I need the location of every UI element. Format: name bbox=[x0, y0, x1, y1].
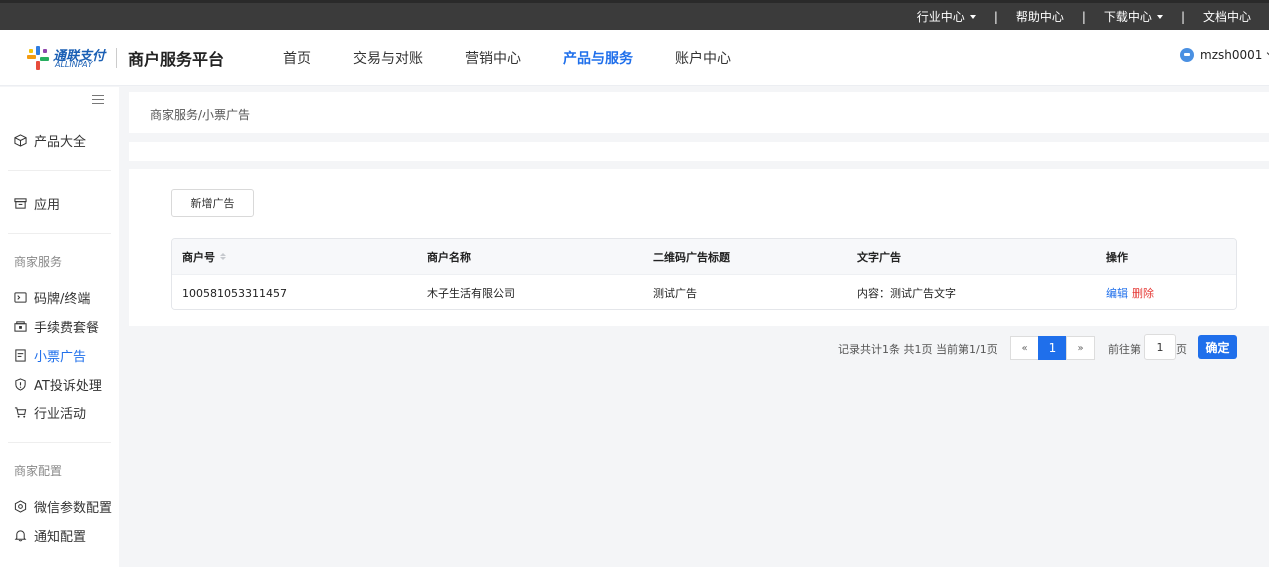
sidebar-item-label: 通知配置 bbox=[34, 530, 87, 545]
sidebar-item-label: AT投诉处理 bbox=[34, 379, 102, 394]
help-center-label: 帮助中心 bbox=[1015, 10, 1064, 24]
col-text-ad: 文字广告 bbox=[857, 250, 901, 264]
brand-logo[interactable]: 通联支付 ALLINPAY bbox=[26, 45, 106, 71]
sidebar-item-label: 码牌/终端 bbox=[34, 292, 91, 307]
sidebar-item-wechat-config[interactable]: 微信参数配置 bbox=[14, 497, 112, 516]
shield-icon bbox=[14, 378, 27, 391]
industry-center-link[interactable]: 行业中心 bbox=[917, 8, 976, 25]
terminal-icon bbox=[14, 291, 27, 304]
docs-center-label: 文档中心 bbox=[1202, 10, 1251, 24]
current-page-button[interactable]: 1 bbox=[1038, 336, 1067, 360]
cube-icon bbox=[14, 134, 27, 147]
sidebar-item-label: 微信参数配置 bbox=[34, 501, 113, 516]
sidebar-item-label: 行业活动 bbox=[34, 407, 87, 422]
separator: | bbox=[993, 9, 998, 24]
col-actions: 操作 bbox=[1106, 250, 1128, 264]
nav-account[interactable]: 账户中心 bbox=[675, 48, 731, 68]
sidebar-item-label: 小票广告 bbox=[34, 350, 87, 365]
sidebar-item-product-all[interactable]: 产品大全 bbox=[14, 131, 86, 150]
goto-label: 前往第 bbox=[1108, 343, 1141, 356]
user-menu[interactable]: mzsh0001 bbox=[1180, 48, 1269, 62]
next-page-button[interactable]: » bbox=[1066, 336, 1095, 360]
industry-center-label: 行业中心 bbox=[916, 10, 965, 24]
ads-table: 商户号 商户名称 二维码广告标题 文字广告 操作 100581053311457… bbox=[171, 238, 1237, 310]
menu-toggle-icon[interactable] bbox=[92, 95, 104, 105]
cell-text-ad: 内容：测试广告文字 bbox=[857, 287, 956, 300]
brand-name-en: ALLINPAY bbox=[55, 60, 93, 69]
content-panel: 新增广告 商户号 商户名称 二维码广告标题 文字广告 操作 1005810533… bbox=[129, 169, 1269, 326]
avatar-icon bbox=[1180, 48, 1194, 62]
sidebar-item-label: 手续费套餐 bbox=[34, 321, 100, 336]
sidebar-item-notify-config[interactable]: 通知配置 bbox=[14, 526, 86, 545]
hexagon-icon bbox=[14, 500, 27, 513]
col-merchant-id[interactable]: 商户号 bbox=[182, 239, 226, 274]
divider bbox=[8, 442, 111, 443]
sidebar-item-receipt-ad[interactable]: 小票广告 bbox=[14, 346, 86, 365]
delete-link[interactable]: 删除 bbox=[1132, 285, 1154, 301]
main-nav: 首页 交易与对账 营销中心 产品与服务 账户中心 bbox=[262, 30, 752, 86]
sidebar-item-label: 应用 bbox=[34, 198, 61, 213]
sidebar: 产品大全 应用 商家服务 码牌/终端 手续费套餐 小票广告 AT投诉处理 行业活… bbox=[0, 87, 119, 567]
header-divider bbox=[116, 48, 117, 68]
cell-merchant-name: 木子生活有限公司 bbox=[427, 287, 515, 300]
username: mzsh0001 bbox=[1200, 48, 1263, 62]
main-header: 通联支付 ALLINPAY 商户服务平台 首页 交易与对账 营销中心 产品与服务… bbox=[0, 30, 1269, 86]
col-merchant-name: 商户名称 bbox=[427, 250, 471, 264]
cart-icon bbox=[14, 406, 27, 419]
pagination-summary: 记录共计1条 共1页 当前第1/1页 bbox=[838, 343, 998, 356]
divider bbox=[8, 233, 111, 234]
sort-icon[interactable] bbox=[220, 253, 226, 260]
column-label: 商户号 bbox=[182, 250, 215, 264]
bell-icon bbox=[14, 529, 27, 542]
table-row: 100581053311457 木子生活有限公司 测试广告 内容：测试广告文字 … bbox=[172, 274, 1236, 309]
sidebar-item-app[interactable]: 应用 bbox=[14, 194, 60, 213]
prev-page-button[interactable]: « bbox=[1010, 336, 1039, 360]
nav-marketing[interactable]: 营销中心 bbox=[465, 48, 521, 68]
download-center-label: 下载中心 bbox=[1103, 10, 1152, 24]
separator: | bbox=[1081, 9, 1086, 24]
package-icon bbox=[14, 320, 27, 333]
section-merchant-config: 商家配置 bbox=[14, 464, 63, 478]
help-center-link[interactable]: 帮助中心 bbox=[1016, 8, 1064, 25]
cell-actions: 编辑 删除 bbox=[1106, 275, 1154, 309]
sidebar-item-terminal[interactable]: 码牌/终端 bbox=[14, 288, 90, 307]
sidebar-item-industry-activity[interactable]: 行业活动 bbox=[14, 403, 86, 422]
receipt-icon bbox=[14, 349, 27, 362]
docs-center-link[interactable]: 文档中心 bbox=[1203, 8, 1251, 25]
download-center-link[interactable]: 下载中心 bbox=[1104, 8, 1163, 25]
sidebar-item-complaint[interactable]: AT投诉处理 bbox=[14, 375, 102, 394]
top-links: 行业中心 | 帮助中心 | 下载中心 | 文档中心 bbox=[917, 3, 1251, 30]
divider bbox=[8, 170, 111, 171]
add-ad-button[interactable]: 新增广告 bbox=[171, 189, 254, 217]
goto-page-input[interactable] bbox=[1144, 334, 1176, 360]
archive-icon bbox=[14, 197, 27, 210]
nav-products-services[interactable]: 产品与服务 bbox=[563, 48, 633, 68]
breadcrumb-panel: 商家服务/小票广告 bbox=[129, 92, 1269, 133]
col-qr-ad-title: 二维码广告标题 bbox=[653, 250, 730, 264]
chevron-down-icon bbox=[969, 14, 976, 19]
logo-mark-icon bbox=[27, 46, 49, 70]
filter-panel bbox=[129, 142, 1269, 161]
confirm-goto-button[interactable]: 确定 bbox=[1198, 335, 1237, 359]
separator: | bbox=[1180, 9, 1185, 24]
chevron-down-icon bbox=[1156, 14, 1163, 19]
table-header: 商户号 商户名称 二维码广告标题 文字广告 操作 bbox=[172, 239, 1236, 274]
cell-qr-ad-title: 测试广告 bbox=[653, 287, 697, 300]
platform-title: 商户服务平台 bbox=[128, 50, 225, 69]
breadcrumb: 商家服务/小票广告 bbox=[150, 108, 251, 122]
top-utility-bar: 行业中心 | 帮助中心 | 下载中心 | 文档中心 bbox=[0, 0, 1269, 30]
section-merchant-service: 商家服务 bbox=[14, 255, 63, 269]
page-unit-label: 页 bbox=[1176, 343, 1187, 356]
sidebar-item-fee-package[interactable]: 手续费套餐 bbox=[14, 317, 99, 336]
edit-link[interactable]: 编辑 bbox=[1106, 285, 1128, 301]
cell-merchant-id: 100581053311457 bbox=[182, 286, 287, 300]
nav-home[interactable]: 首页 bbox=[283, 48, 311, 68]
sidebar-item-label: 产品大全 bbox=[34, 135, 87, 150]
nav-trade-reconcile[interactable]: 交易与对账 bbox=[353, 48, 423, 68]
